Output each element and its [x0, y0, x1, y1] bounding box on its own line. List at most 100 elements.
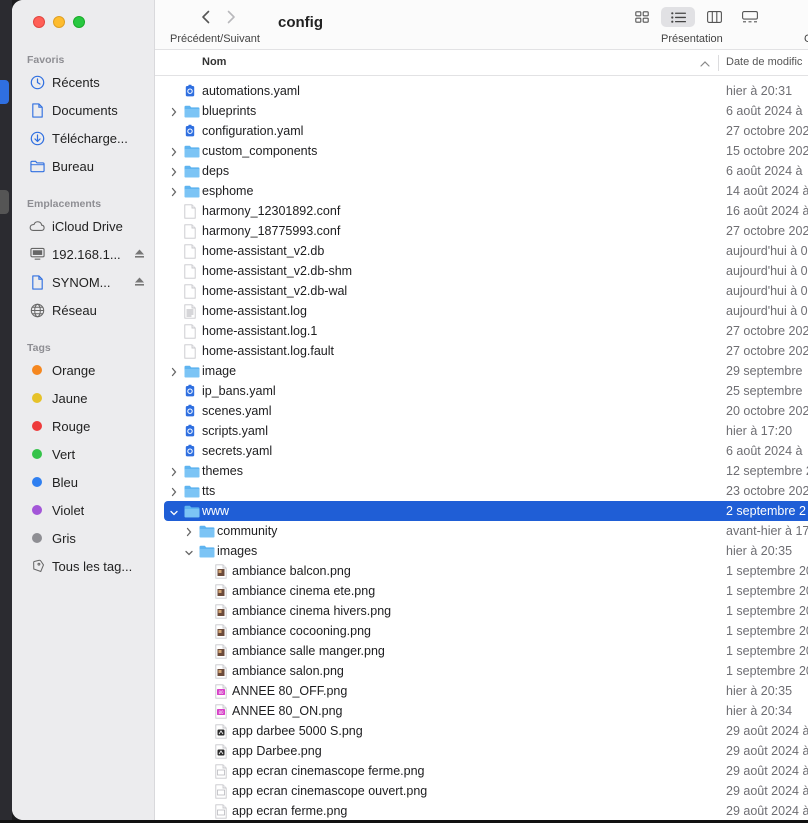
- file-row-1[interactable]: blueprints 6 août 2024 à: [155, 101, 808, 121]
- sidebar-tag-1[interactable]: Jaune: [29, 384, 147, 412]
- file-name: home-assistant.log.1: [202, 324, 318, 338]
- file-row-21[interactable]: www 2 septembre 2: [164, 501, 808, 521]
- file-row-7[interactable]: harmony_18775993.conf 27 octobre 202: [155, 221, 808, 241]
- sidebar-item-0-favorite[interactable]: Récents: [29, 68, 147, 96]
- gallery-view-button[interactable]: [733, 7, 767, 27]
- forward-arrow-icon[interactable]: [227, 10, 239, 24]
- file-date: 29 août 2024 à: [726, 784, 808, 798]
- file-name: themes: [202, 464, 243, 478]
- column-date-header[interactable]: Date de modific: [726, 56, 802, 68]
- file-row-12[interactable]: home-assistant.log.1 27 octobre 202: [155, 321, 808, 341]
- disclosure-closed-icon[interactable]: [170, 486, 178, 497]
- file-row-8[interactable]: home-assistant_v2.db aujourd'hui à 0: [155, 241, 808, 261]
- file-row-28[interactable]: ambiance salle manger.png 1 septembre 20: [155, 641, 808, 661]
- sidebar-tag-5[interactable]: Violet: [29, 496, 147, 524]
- list-view-button[interactable]: [661, 7, 695, 27]
- file-row-19[interactable]: themes 12 septembre 2: [155, 461, 808, 481]
- sidebar-item-3-favorite[interactable]: Bureau: [29, 152, 147, 180]
- sidebar-tag-label: Jaune: [52, 390, 88, 406]
- folder-icon: [184, 144, 200, 158]
- file-name: scenes.yaml: [202, 404, 272, 418]
- sidebar-item-1-location[interactable]: 192.168.1...: [29, 240, 147, 268]
- download-icon: [29, 130, 45, 146]
- file-row-31[interactable]: 80 ANNEE 80_ON.png hier à 20:34: [155, 701, 808, 721]
- file-row-29[interactable]: ambiance salon.png 1 septembre 20: [155, 661, 808, 681]
- disclosure-closed-icon[interactable]: [170, 466, 178, 477]
- image-file-icon: [213, 603, 229, 619]
- sidebar-item-2-location[interactable]: SYNOM...: [29, 268, 147, 296]
- file-row-23[interactable]: images hier à 20:35: [155, 541, 808, 561]
- file-row-17[interactable]: scripts.yaml hier à 17:20: [155, 421, 808, 441]
- folder-icon: [184, 164, 200, 178]
- file-name: home-assistant_v2.db-shm: [202, 264, 353, 278]
- file-row-36[interactable]: app ecran ferme.png 29 août 2024 à: [155, 801, 808, 820]
- file-row-5[interactable]: esphome 14 août 2024 à: [155, 181, 808, 201]
- file-row-33[interactable]: app Darbee.png 29 août 2024 à: [155, 741, 808, 761]
- sidebar-tag-3[interactable]: Vert: [29, 440, 147, 468]
- sidebar-item-2-favorite[interactable]: Télécharge...: [29, 124, 147, 152]
- eject-icon[interactable]: [134, 247, 145, 259]
- tag-color-dot: [29, 502, 45, 518]
- window-title: config: [278, 14, 323, 31]
- file-row-10[interactable]: home-assistant_v2.db-wal aujourd'hui à 0: [155, 281, 808, 301]
- image-file-icon: [213, 643, 229, 659]
- file-row-18[interactable]: secrets.yaml 6 août 2024 à: [155, 441, 808, 461]
- sidebar-tag-2[interactable]: Rouge: [29, 412, 147, 440]
- column-divider[interactable]: [718, 55, 719, 71]
- minimize-window-button[interactable]: [53, 16, 65, 28]
- file-row-32[interactable]: app darbee 5000 S.png 29 août 2024 à: [155, 721, 808, 741]
- file-row-24[interactable]: ambiance balcon.png 1 septembre 20: [155, 561, 808, 581]
- file-row-20[interactable]: tts 23 octobre 202: [155, 481, 808, 501]
- sidebar-tag-label: Violet: [52, 502, 85, 518]
- sidebar-item-0-location[interactable]: iCloud Drive: [29, 212, 147, 240]
- eject-icon[interactable]: [134, 275, 145, 287]
- file-row-3[interactable]: custom_components 15 octobre 202: [155, 141, 808, 161]
- yaml-file-icon: [182, 124, 198, 138]
- disclosure-closed-icon[interactable]: [170, 146, 178, 157]
- back-arrow-icon[interactable]: [201, 10, 213, 24]
- file-name: ambiance salle manger.png: [232, 644, 385, 658]
- file-row-0[interactable]: automations.yaml hier à 20:31: [155, 81, 808, 101]
- disclosure-closed-icon[interactable]: [170, 106, 178, 117]
- sidebar-tag-4[interactable]: Bleu: [29, 468, 147, 496]
- disclosure-open-icon[interactable]: [185, 546, 193, 556]
- file-row-6[interactable]: harmony_12301892.conf 16 août 2024 à: [155, 201, 808, 221]
- file-name: app Darbee.png: [232, 744, 322, 758]
- disclosure-closed-icon[interactable]: [170, 186, 178, 197]
- disclosure-closed-icon[interactable]: [170, 366, 178, 377]
- file-row-2[interactable]: configuration.yaml 27 octobre 202: [155, 121, 808, 141]
- file-row-4[interactable]: deps 6 août 2024 à: [155, 161, 808, 181]
- sidebar-all-tags[interactable]: Tous les tag...: [29, 552, 147, 580]
- disclosure-closed-icon[interactable]: [170, 166, 178, 177]
- sidebar-item-1-favorite[interactable]: Documents: [29, 96, 147, 124]
- file-row-30[interactable]: 80 ANNEE 80_OFF.png hier à 20:35: [155, 681, 808, 701]
- file-row-26[interactable]: ambiance cinema hivers.png 1 septembre 20: [155, 601, 808, 621]
- zoom-window-button[interactable]: [73, 16, 85, 28]
- sidebar-tag-0[interactable]: Orange: [29, 356, 147, 384]
- file-row-16[interactable]: scenes.yaml 20 octobre 202: [155, 401, 808, 421]
- file-row-25[interactable]: ambiance cinema ete.png 1 septembre 20: [155, 581, 808, 601]
- file-name: ambiance cocooning.png: [232, 624, 371, 638]
- disclosure-open-icon[interactable]: [170, 506, 178, 516]
- file-row-22[interactable]: community avant-hier à 17: [155, 521, 808, 541]
- close-window-button[interactable]: [33, 16, 45, 28]
- column-name-header[interactable]: Nom: [202, 56, 226, 68]
- columns-icon: [706, 11, 722, 23]
- file-row-11[interactable]: home-assistant.log aujourd'hui à 0: [155, 301, 808, 321]
- disclosure-closed-icon[interactable]: [185, 526, 193, 537]
- file-row-14[interactable]: image 29 septembre: [155, 361, 808, 381]
- icon-view-button[interactable]: [625, 7, 659, 27]
- file-row-13[interactable]: home-assistant.log.fault 27 octobre 202: [155, 341, 808, 361]
- file-row-9[interactable]: home-assistant_v2.db-shm aujourd'hui à 0: [155, 261, 808, 281]
- sidebar-tag-6[interactable]: Gris: [29, 524, 147, 552]
- column-view-button[interactable]: [697, 7, 731, 27]
- file-name: tts: [202, 484, 216, 498]
- file-row-34[interactable]: app ecran cinemascope ferme.png 29 août 2…: [155, 761, 808, 781]
- file-row-27[interactable]: ambiance cocooning.png 1 septembre 20: [155, 621, 808, 641]
- sort-ascending-icon[interactable]: [700, 58, 710, 70]
- sidebar-item-3-location[interactable]: Réseau: [29, 296, 147, 324]
- file-row-15[interactable]: ip_bans.yaml 25 septembre: [155, 381, 808, 401]
- file-name: configuration.yaml: [202, 124, 304, 138]
- file-row-35[interactable]: app ecran cinemascope ouvert.png 29 août …: [155, 781, 808, 801]
- file-date: aujourd'hui à 0: [726, 264, 808, 278]
